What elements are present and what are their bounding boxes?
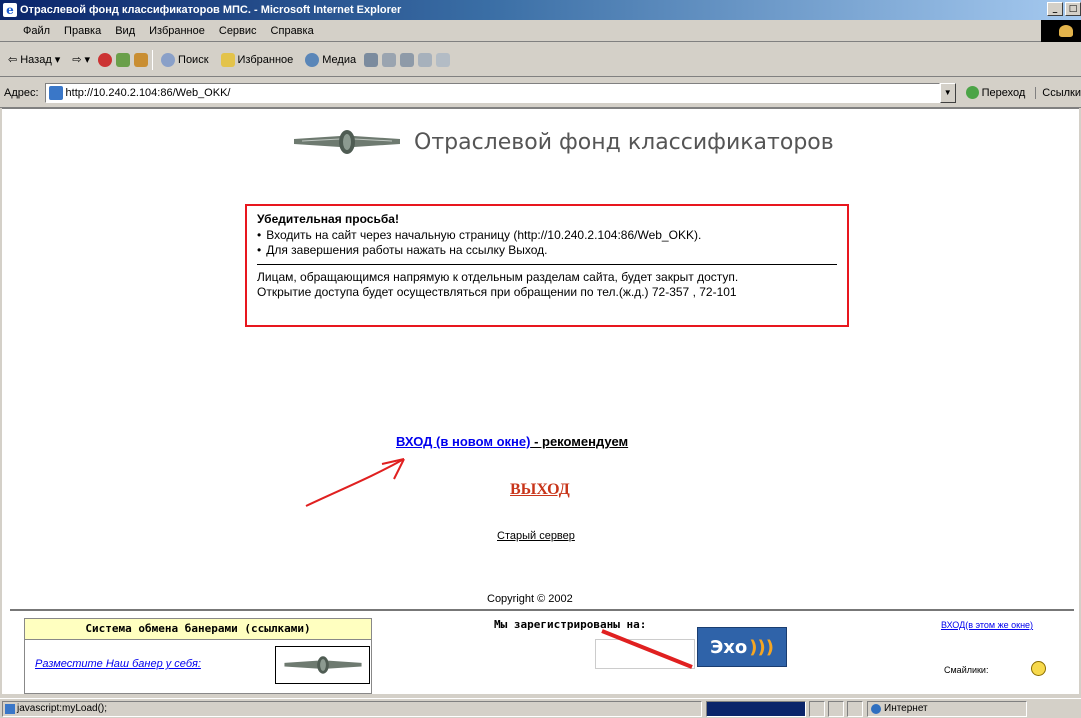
browser-window: e Отраслевой фонд классификаторов МПС. -… xyxy=(0,0,1081,718)
login-same-window-link[interactable]: ВХОД(в этом же окне) xyxy=(941,620,1033,630)
status-bar: javascript:myLoad(); Интернет xyxy=(0,698,1081,718)
banner-image[interactable] xyxy=(275,646,370,684)
status-text: javascript:myLoad(); xyxy=(2,700,702,717)
zone-label: Интернет xyxy=(884,702,928,714)
notice-item: Для завершения работы нажать на ссылку В… xyxy=(257,243,837,258)
search-label: Поиск xyxy=(178,53,209,66)
notice-box: Убедительная просьба! Входить на сайт че… xyxy=(245,204,849,327)
refresh-icon[interactable] xyxy=(116,52,131,67)
notice-item: Входить на сайт через начальную страницу… xyxy=(257,228,837,243)
dropdown-arrow-icon: ▾ xyxy=(84,54,91,66)
forward-arrow-icon: ⇨ xyxy=(72,54,82,66)
progress-fill xyxy=(707,701,805,716)
notice-text: Лицам, обращающимся напрямую к отдельным… xyxy=(257,270,739,284)
menu-bar: Файл Правка Вид Избранное Сервис Справка xyxy=(0,20,1081,42)
page-header: Отраслевой фонд классификаторов xyxy=(292,127,834,157)
notice-text: Открытие доступа будет осуществляться пр… xyxy=(257,285,737,299)
go-arrow-icon xyxy=(965,86,979,99)
menu-favorites[interactable]: Избранное xyxy=(142,25,212,37)
maximize-button[interactable]: □ xyxy=(1065,2,1081,16)
smileys-label: Смайлики: xyxy=(944,665,989,675)
history-icon[interactable] xyxy=(364,52,379,67)
title-bar: e Отраслевой фонд классификаторов МПС. -… xyxy=(0,0,1081,20)
back-button[interactable]: ⇦ Назад ▾ xyxy=(4,53,64,67)
address-input[interactable]: http://10.240.2.104:86/Web_OKK/ xyxy=(44,82,940,103)
go-label: Переход xyxy=(981,86,1026,99)
status-message: javascript:myLoad(); xyxy=(17,702,108,714)
logout-link[interactable]: ВЫХОД xyxy=(510,481,570,499)
status-cell xyxy=(828,700,844,717)
status-cell xyxy=(847,700,863,717)
registered-on-label: Мы зарегистрированы на: xyxy=(494,618,647,631)
back-label: Назад xyxy=(20,53,52,66)
media-label: Медиа xyxy=(322,53,357,66)
window-controls: _ □ xyxy=(1047,2,1081,16)
page-icon xyxy=(48,85,63,100)
internet-zone-icon xyxy=(871,703,881,714)
footer-divider xyxy=(10,609,1074,611)
registry-banner-empty[interactable] xyxy=(595,639,695,669)
notice-divider xyxy=(257,264,837,265)
copyright: Copyright © 2002 xyxy=(487,593,573,605)
login-line: ВХОД (в новом окне) - рекомендуем xyxy=(396,434,628,449)
print-icon[interactable] xyxy=(400,52,415,67)
banner-exchange-box: Разместите Наш банер у себя: xyxy=(24,640,372,694)
links-button[interactable]: Ссылки xyxy=(1035,86,1081,99)
site-title: Отраслевой фонд классификаторов xyxy=(414,129,834,155)
smiley-icon[interactable] xyxy=(1031,661,1046,676)
status-cell xyxy=(809,700,825,717)
go-button[interactable]: Переход xyxy=(965,86,1026,99)
home-icon[interactable] xyxy=(134,52,149,67)
echo-banner[interactable]: Эхо))) xyxy=(697,627,787,667)
login-new-window-link[interactable]: ВХОД (в новом окне) xyxy=(396,434,530,449)
progress-bar xyxy=(706,700,806,717)
menu-view[interactable]: Вид xyxy=(108,25,142,37)
menu-file[interactable]: Файл xyxy=(16,25,57,37)
address-label: Адрес: xyxy=(4,86,39,99)
page-status-icon xyxy=(5,703,15,714)
windows-logo-icon xyxy=(1041,20,1081,42)
dropdown-arrow-icon: ▾ xyxy=(54,54,61,66)
mail-icon[interactable] xyxy=(382,52,397,67)
page-content: Отраслевой фонд классификаторов Убедител… xyxy=(2,108,1079,694)
annotation-arrow xyxy=(305,458,693,669)
address-url: http://10.240.2.104:86/Web_OKK/ xyxy=(65,86,231,99)
favorites-icon xyxy=(220,52,235,67)
railway-emblem-icon xyxy=(283,656,362,674)
media-button[interactable]: Медиа xyxy=(301,52,360,67)
favorites-button[interactable]: Избранное xyxy=(217,52,298,67)
discuss-icon[interactable] xyxy=(436,52,451,67)
recommend-label: - рекомендуем xyxy=(530,434,629,449)
search-icon xyxy=(161,52,176,67)
edit-icon[interactable] xyxy=(418,52,433,67)
echo-waves-icon: ))) xyxy=(749,636,774,658)
toolbar: ⇦ Назад ▾ ⇨ ▾ Поиск Избранное Медиа xyxy=(0,43,1081,77)
notice-list: Входить на сайт через начальную страницу… xyxy=(257,228,837,258)
place-banner-link[interactable]: Разместите Наш банер у себя: xyxy=(35,658,201,670)
back-arrow-icon: ⇦ xyxy=(8,54,18,66)
search-button[interactable]: Поиск xyxy=(157,52,212,67)
menu-help[interactable]: Справка xyxy=(264,25,321,37)
window-title: Отраслевой фонд классификаторов МПС. - M… xyxy=(20,4,402,16)
security-zone: Интернет xyxy=(867,700,1027,717)
stop-icon[interactable] xyxy=(98,52,113,67)
railway-emblem-icon xyxy=(292,127,402,157)
menu-tools[interactable]: Сервис xyxy=(212,25,264,37)
minimize-button[interactable]: _ xyxy=(1047,2,1063,16)
notice-heading: Убедительная просьба! xyxy=(257,212,399,226)
old-server-link[interactable]: Старый сервер xyxy=(497,530,575,542)
address-bar: Адрес: http://10.240.2.104:86/Web_OKK/ ▼… xyxy=(0,78,1081,108)
ie-logo-icon: e xyxy=(3,3,17,17)
address-dropdown-button[interactable]: ▼ xyxy=(939,82,956,103)
banner-exchange-title: Система обмена банерами (ссылками) xyxy=(24,618,372,640)
echo-banner-label: Эхо xyxy=(710,636,748,658)
favorites-label: Избранное xyxy=(237,53,294,66)
forward-button[interactable]: ⇨ ▾ xyxy=(68,53,94,66)
menu-edit[interactable]: Правка xyxy=(57,25,108,37)
media-icon xyxy=(305,52,320,67)
toolbar-separator xyxy=(152,49,154,70)
